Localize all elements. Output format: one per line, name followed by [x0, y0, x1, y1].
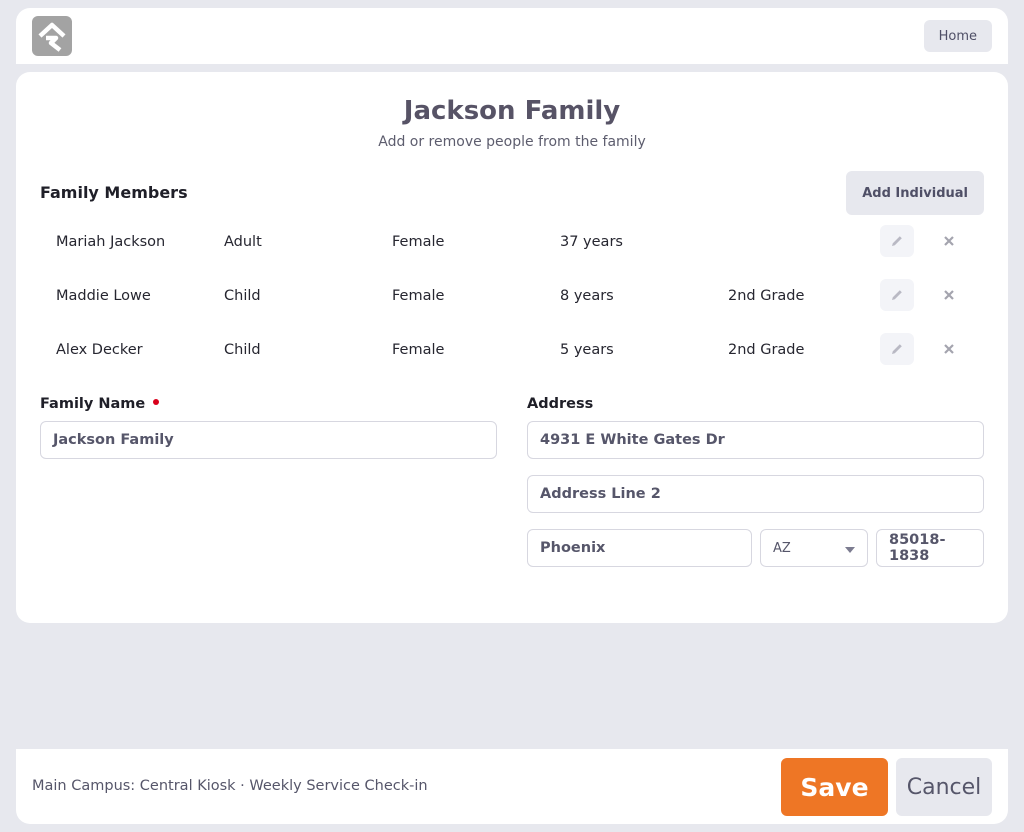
- zip-input[interactable]: 85018-1838: [876, 529, 984, 567]
- required-indicator: [153, 399, 160, 405]
- family-member-row: Maddie Lowe Child Female 8 years 2nd Gra…: [56, 279, 984, 333]
- family-name-input[interactable]: Jackson Family: [40, 421, 497, 459]
- add-individual-button[interactable]: Add Individual: [846, 171, 984, 215]
- home-button[interactable]: Home: [923, 20, 992, 52]
- cancel-button[interactable]: Cancel: [896, 758, 992, 816]
- member-gender: Female: [392, 342, 445, 358]
- pencil-icon: [892, 344, 902, 354]
- member-age: 8 years: [560, 288, 614, 304]
- member-age: 5 years: [560, 342, 614, 358]
- header-bar: Home: [16, 8, 1008, 64]
- page-subtitle: Add or remove people from the family: [378, 134, 646, 150]
- edit-member-button[interactable]: [880, 333, 914, 365]
- member-gender: Female: [392, 234, 445, 250]
- member-name: Mariah Jackson: [56, 234, 166, 250]
- city-input[interactable]: Phoenix: [527, 529, 752, 567]
- state-select[interactable]: AZ: [760, 529, 868, 567]
- kiosk-status-text: Main Campus: Central Kiosk · Weekly Serv…: [32, 778, 428, 794]
- member-role: Child: [224, 288, 261, 304]
- address-label: Address: [527, 396, 594, 412]
- pencil-icon: [892, 290, 902, 300]
- edit-member-button[interactable]: [880, 279, 914, 311]
- family-name-label: Family Name: [40, 396, 160, 412]
- family-member-row: Mariah Jackson Adult Female 37 years: [56, 225, 984, 279]
- member-grade: 2nd Grade: [728, 288, 805, 304]
- close-icon: [944, 344, 954, 354]
- address-line1-input[interactable]: 4931 E White Gates Dr: [527, 421, 984, 459]
- address-line2-input[interactable]: Address Line 2: [527, 475, 984, 513]
- family-member-row: Alex Decker Child Female 5 years 2nd Gra…: [56, 333, 984, 387]
- family-card: Jackson Family Add or remove people from…: [16, 72, 1008, 623]
- member-grade: 2nd Grade: [728, 342, 805, 358]
- family-members-list: Mariah Jackson Adult Female 37 years Mad…: [56, 225, 984, 387]
- pencil-icon: [892, 236, 902, 246]
- member-age: 37 years: [560, 234, 623, 250]
- state-value: AZ: [773, 540, 791, 556]
- remove-member-button[interactable]: [940, 279, 958, 311]
- member-role: Child: [224, 342, 261, 358]
- close-icon: [944, 236, 954, 246]
- chevron-down-icon: [845, 547, 855, 553]
- member-role: Adult: [224, 234, 262, 250]
- remove-member-button[interactable]: [940, 333, 958, 365]
- family-name-label-text: Family Name: [40, 396, 146, 412]
- edit-member-button[interactable]: [880, 225, 914, 257]
- rock-logo-icon: [32, 16, 72, 56]
- close-icon: [944, 290, 954, 300]
- footer-bar: Main Campus: Central Kiosk · Weekly Serv…: [16, 749, 1008, 824]
- member-name: Maddie Lowe: [56, 288, 151, 304]
- member-gender: Female: [392, 288, 445, 304]
- family-members-heading: Family Members: [40, 183, 188, 202]
- save-button[interactable]: Save: [781, 758, 888, 816]
- page-title: Jackson Family: [403, 96, 621, 126]
- member-name: Alex Decker: [56, 342, 143, 358]
- remove-member-button[interactable]: [940, 225, 958, 257]
